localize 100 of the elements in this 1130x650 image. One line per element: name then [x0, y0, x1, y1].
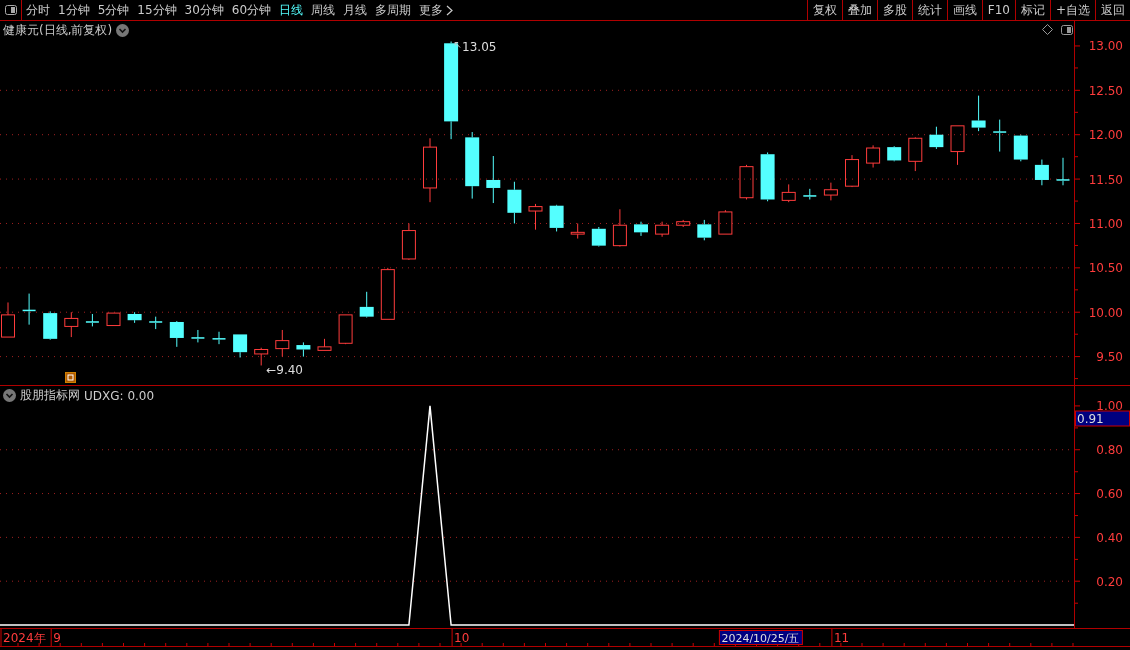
candlestick — [169, 320, 184, 348]
candlestick — [275, 329, 290, 358]
price-label: ←9.40 — [266, 363, 303, 378]
candlestick — [845, 154, 859, 188]
candlestick — [1034, 159, 1049, 186]
candlestick — [380, 267, 395, 320]
candlestick — [148, 316, 163, 330]
candlestick — [465, 131, 480, 200]
price-label: 13.05 — [462, 39, 497, 54]
date-label: 9 — [53, 631, 61, 645]
candlestick — [486, 155, 501, 204]
toolbar-button[interactable]: 画线 — [946, 0, 982, 20]
toolbar-button[interactable]: 统计 — [911, 0, 947, 20]
chevron-right-icon — [446, 4, 454, 16]
marker-icon — [65, 372, 76, 383]
candlestick — [612, 208, 627, 248]
candlestick — [781, 183, 796, 203]
candlestick — [634, 221, 648, 237]
period-tab[interactable]: 月线 — [339, 0, 372, 20]
candlestick — [64, 311, 79, 338]
toolbar-button[interactable]: 复权 — [806, 0, 842, 20]
indicator-value: : 0.00 — [119, 388, 155, 403]
candlestick — [971, 95, 986, 132]
candlestick — [950, 125, 965, 166]
indicator-name: 股朋指标网 — [20, 387, 80, 404]
candlestick — [908, 136, 923, 172]
diamond-icon[interactable] — [1042, 24, 1054, 35]
candlestick — [676, 219, 691, 228]
period-tab[interactable]: 日线 — [275, 0, 308, 20]
period-tab[interactable]: 周线 — [307, 0, 340, 20]
axis-label: 0.40 — [1096, 530, 1124, 545]
toolbar-button[interactable]: +自选 — [1049, 0, 1095, 20]
toolbar-button[interactable]: 多股 — [876, 0, 912, 20]
period-tab[interactable]: 多周期 — [371, 0, 416, 20]
candlestick — [992, 119, 1007, 153]
date-label: 10 — [454, 631, 470, 645]
candlestick — [338, 314, 353, 345]
arrow-icon — [454, 42, 461, 48]
cursor-value: 0.91 — [1075, 410, 1130, 427]
panel-toggle-icon[interactable] — [1061, 24, 1074, 35]
candlestick — [802, 188, 818, 200]
toolbar-button[interactable]: 标记 — [1014, 0, 1050, 20]
candlestick — [359, 291, 374, 319]
axis-label: 10.50 — [1088, 261, 1124, 276]
axis-label: 13.00 — [1088, 39, 1124, 54]
candlestick — [190, 329, 206, 343]
candlestick — [760, 151, 775, 202]
candlestick — [85, 313, 100, 327]
axis-label: 0.60 — [1096, 487, 1124, 502]
candlestick — [233, 333, 248, 358]
candlestick — [1013, 134, 1028, 162]
candlestick — [296, 341, 311, 358]
axis-label: 11.50 — [1088, 172, 1124, 187]
candlestick — [401, 222, 416, 261]
candlestick — [718, 209, 733, 235]
period-tab[interactable]: 60分钟 — [227, 0, 276, 20]
candlestick — [887, 145, 902, 162]
candlestick — [1055, 157, 1071, 186]
candlestick — [211, 331, 227, 345]
cursor-date: 2024/10/25/五 — [718, 630, 803, 645]
candlestick — [591, 226, 606, 248]
toolbar-button[interactable]: 返回 — [1095, 0, 1130, 20]
period-tab[interactable]: 5分钟 — [93, 0, 134, 20]
date-label: 11 — [833, 631, 850, 645]
dropdown-icon[interactable] — [116, 24, 130, 37]
period-tab[interactable]: 15分钟 — [133, 0, 181, 20]
candlestick — [423, 137, 437, 203]
date-label: 2024年 — [3, 631, 46, 645]
series-name: UDXG — [84, 388, 120, 403]
axis-label: 10.00 — [1088, 305, 1124, 320]
candlestick — [739, 164, 754, 200]
candlestick — [21, 293, 37, 326]
candlestick — [254, 347, 269, 366]
candlestick — [697, 219, 712, 241]
candlestick — [823, 182, 838, 201]
toolbar-button[interactable]: F10 — [981, 0, 1015, 20]
candlestick — [528, 203, 543, 231]
toolbar-button[interactable]: 叠加 — [841, 0, 877, 20]
candlestick — [106, 312, 121, 327]
period-tab[interactable]: 1分钟 — [54, 0, 94, 20]
candlestick — [127, 311, 142, 324]
candlestick — [549, 204, 564, 232]
axis-label: 9.50 — [1096, 350, 1124, 365]
candlestick — [570, 222, 585, 240]
more-menu[interactable]: 更多 — [415, 0, 458, 20]
period-tab[interactable]: 30分钟 — [180, 0, 228, 20]
axis-label: 0.80 — [1096, 443, 1124, 458]
candlestick — [317, 338, 332, 351]
candlestick — [866, 144, 881, 169]
chart-title: 健康元(日线,前复权) — [3, 22, 113, 39]
axis-label: 0.20 — [1096, 574, 1124, 589]
candlestick — [655, 221, 670, 238]
candlestick — [1, 301, 15, 338]
dropdown-icon[interactable] — [3, 389, 16, 402]
axis-label: 12.50 — [1088, 83, 1124, 98]
period-tab[interactable]: 分时 — [22, 0, 54, 20]
axis-label: 11.00 — [1088, 216, 1124, 231]
candlestick — [929, 126, 944, 150]
axis-label: 12.00 — [1088, 128, 1124, 143]
candlestick — [43, 310, 58, 341]
